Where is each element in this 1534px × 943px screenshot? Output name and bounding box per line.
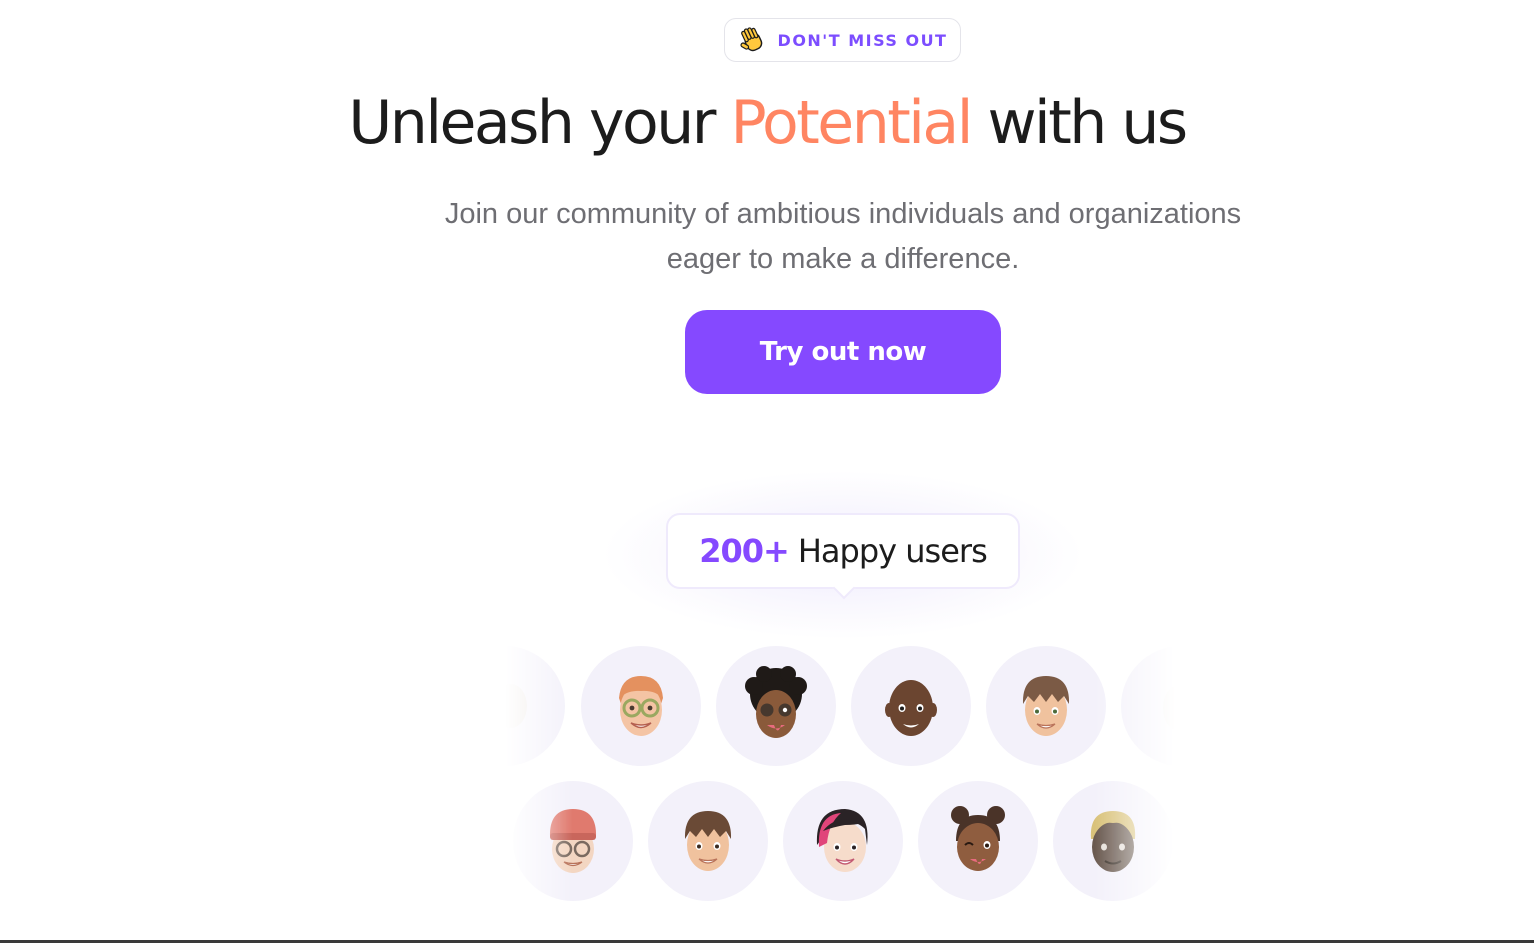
- memoji-buns-winking-girl-icon: [951, 806, 1005, 871]
- memoji-faded-icon: [1163, 686, 1175, 730]
- page-subtitle: Join our community of ambitious individu…: [410, 192, 1276, 282]
- waving-hand-icon: [739, 27, 762, 52]
- memoji-glasses-redhead-icon: [619, 676, 663, 736]
- memoji-curly-hair-icon: [745, 666, 807, 738]
- title-end: with us: [970, 88, 1188, 158]
- page-title: Unleash your Potential with us: [0, 88, 1534, 158]
- page: DON'T MISS OUT Unleash your Potential wi…: [0, 0, 1534, 943]
- avatar: [1121, 646, 1175, 766]
- memoji-pink-hair-girl-icon: [816, 809, 868, 872]
- avatar: [648, 781, 768, 901]
- avatar: [918, 781, 1038, 901]
- avatar: [716, 646, 836, 766]
- memoji-bald-man-icon: [885, 680, 937, 736]
- avatar: [513, 781, 633, 901]
- subtitle-line-2: eager to make a difference.: [666, 243, 1020, 275]
- memoji-faded-icon: [505, 684, 527, 728]
- avatar: [783, 781, 903, 901]
- subtitle-line-1: Join our community of ambitious individu…: [444, 198, 1242, 230]
- avatar-grid: [505, 640, 1175, 910]
- title-start: Unleash your: [348, 88, 731, 158]
- memoji-beanie-glasses-icon: [549, 809, 597, 873]
- avatar: [986, 646, 1106, 766]
- avatar: [505, 646, 565, 766]
- users-count: 200+: [699, 532, 790, 570]
- dont-miss-out-badge: DON'T MISS OUT: [724, 18, 961, 62]
- memoji-bowl-cut-boy-icon: [684, 811, 732, 871]
- title-highlight: Potential: [730, 88, 974, 158]
- memoji-bowl-cut-boy-icon: [1022, 676, 1070, 736]
- avatar: [1053, 781, 1173, 901]
- badge-label: DON'T MISS OUT: [777, 30, 948, 50]
- users-label: Happy users: [797, 532, 988, 570]
- memoji-blond-man-icon: [1090, 811, 1136, 872]
- try-out-now-button[interactable]: Try out now: [685, 310, 1001, 394]
- avatar: [851, 646, 971, 766]
- avatar: [581, 646, 701, 766]
- happy-users-tooltip: 200+ Happy users: [666, 513, 1020, 589]
